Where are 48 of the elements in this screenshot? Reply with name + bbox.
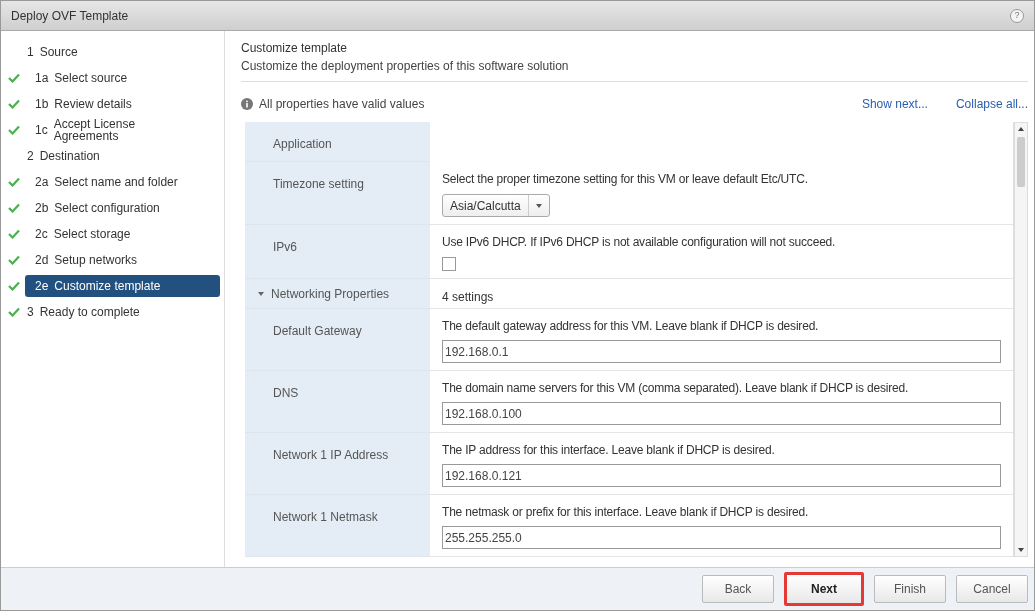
property-label: Network 1 Netmask [273,510,378,524]
wizard-step[interactable]: 1b Review details [25,93,220,115]
property-label: IPv6 [273,240,297,254]
input-field[interactable]: 192.168.0.1 [442,340,1001,363]
wizard-button[interactable]: Back [702,575,774,603]
wizard-step[interactable]: 2c Select storage [25,223,220,245]
wizard-step[interactable]: 1 Source [25,41,220,63]
help-button[interactable]: ? [1010,8,1024,23]
wizard-step[interactable]: 2b Select configuration [25,197,220,219]
page-subtitle: Customize the deployment properties of this software solution [241,58,570,75]
scrollbar[interactable] [1014,122,1028,557]
timezone-dropdown[interactable]: Asia/Calcutta [442,194,550,217]
property-description: The netmask or prefix for this interface. Leave blank if DHCP is desired. [442,504,809,521]
property-label: Default Gateway [273,324,362,338]
property-label: Network 1 IP Address [273,448,389,462]
wizard-step[interactable]: 2a Select name and folder [25,171,220,193]
property-label: DNS [273,386,299,400]
scroll-thumb[interactable] [1017,137,1025,187]
scroll-up-icon[interactable] [1018,127,1024,131]
info-icon [241,98,253,110]
input-field[interactable]: 255.255.255.0 [442,526,1001,549]
checkbox[interactable] [442,257,456,271]
wizard-step[interactable]: 1a Select source [25,67,220,89]
action-link[interactable]: Show next... [861,95,928,113]
caret-icon [535,203,542,208]
property-description: The default gateway address for this VM. Leave blank if DHCP is desired. [442,318,820,335]
input-field[interactable]: 192.168.0.100 [442,402,1001,425]
property-description: Select the proper timezone setting for this VM or leave default Etc/UTC. [442,171,809,188]
settings-count: 4 settings [442,290,494,304]
window-title: Deploy OVF Template [11,7,129,25]
input-field[interactable]: 192.168.0.121 [442,464,1001,487]
wizard-step[interactable]: 2 Destination [25,145,220,167]
wizard-step[interactable]: 2e Customize template [25,275,220,297]
property-label: Application [273,137,332,151]
wizard-button[interactable]: Finish [874,575,946,603]
property-description: Use IPv6 DHCP. If IPv6 DHCP is not available configuration will not succeed. [442,234,837,251]
scroll-down-icon[interactable] [1018,548,1024,552]
page-title: Customize template [241,40,349,57]
wizard-step[interactable]: 3 Ready to complete [25,301,220,323]
property-description: The IP address for this interface. Leave blank if DHCP is desired. [442,442,776,459]
wizard-button[interactable]: Cancel [956,575,1028,603]
status-message: All properties have valid values [259,96,425,113]
action-link[interactable]: Collapse all... [955,95,1028,113]
caret-icon [257,291,265,297]
property-label: Timezone setting [273,177,364,191]
wizard-step[interactable]: 2d Setup networks [25,249,220,271]
wizard-button[interactable]: Next [784,572,864,606]
property-description: The domain name servers for this VM (comma separated). Leave blank if DHCP is desired. [442,380,910,397]
